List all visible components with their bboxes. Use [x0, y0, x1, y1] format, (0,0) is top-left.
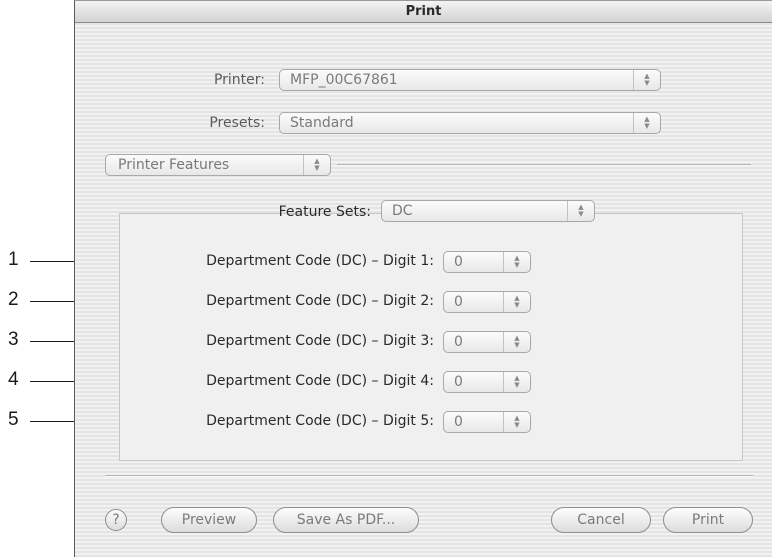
digit-5-label: Department Code (DC) – Digit 5:	[206, 413, 434, 429]
updown-arrows-icon: ▲ ▼	[567, 201, 594, 221]
updown-arrows-icon: ▲ ▼	[303, 155, 330, 175]
callout-number-3: 3	[8, 329, 19, 350]
callout-number-2: 2	[8, 289, 19, 310]
digit-2-value: 0	[454, 294, 463, 310]
pane-popup-value: Printer Features	[118, 157, 230, 173]
feature-sets-label: Feature Sets:	[278, 204, 371, 220]
digit-1-value: 0	[454, 254, 463, 270]
updown-arrows-icon: ▲ ▼	[503, 372, 530, 392]
save-as-pdf-button[interactable]: Save As PDF...	[273, 507, 419, 533]
pane-separator	[337, 164, 751, 166]
digit-1-label: Department Code (DC) – Digit 1:	[206, 253, 434, 269]
digit-2-popup[interactable]: 0 ▲ ▼	[443, 291, 531, 313]
digit-2-label: Department Code (DC) – Digit 2:	[206, 293, 434, 309]
digit-5-value: 0	[454, 414, 463, 430]
callout-number-1: 1	[8, 249, 19, 270]
callout-number-5: 5	[8, 409, 19, 430]
digit-1-popup[interactable]: 0 ▲ ▼	[443, 251, 531, 273]
print-dialog: Print Printer: MFP_00C67861 ▲ ▼ Presets: …	[74, 0, 772, 557]
digit-3-popup[interactable]: 0 ▲ ▼	[443, 331, 531, 353]
digit-3-label: Department Code (DC) – Digit 3:	[206, 333, 434, 349]
updown-arrows-icon: ▲ ▼	[633, 70, 660, 90]
printer-value: MFP_00C67861	[290, 72, 398, 88]
cancel-button[interactable]: Cancel	[551, 507, 651, 533]
callout-number-4: 4	[8, 369, 19, 390]
pane-popup[interactable]: Printer Features ▲ ▼	[105, 154, 331, 176]
feature-sets-value: DC	[392, 203, 413, 219]
presets-label: Presets:	[209, 115, 265, 131]
digit-4-label: Department Code (DC) – Digit 4:	[206, 373, 434, 389]
window-title: Print	[405, 4, 442, 19]
updown-arrows-icon: ▲ ▼	[503, 332, 530, 352]
digit-4-popup[interactable]: 0 ▲ ▼	[443, 371, 531, 393]
presets-value: Standard	[290, 115, 354, 131]
updown-arrows-icon: ▲ ▼	[633, 113, 660, 133]
printer-popup[interactable]: MFP_00C67861 ▲ ▼	[279, 69, 661, 91]
help-button[interactable]: ?	[105, 509, 127, 531]
preview-button[interactable]: Preview	[161, 507, 257, 533]
updown-arrows-icon: ▲ ▼	[503, 412, 530, 432]
title-bar[interactable]: Print	[75, 1, 772, 23]
updown-arrows-icon: ▲ ▼	[503, 292, 530, 312]
bottom-separator	[105, 475, 753, 477]
digit-5-popup[interactable]: 0 ▲ ▼	[443, 411, 531, 433]
digit-3-value: 0	[454, 334, 463, 350]
print-button[interactable]: Print	[663, 507, 753, 533]
digit-4-value: 0	[454, 374, 463, 390]
presets-popup[interactable]: Standard ▲ ▼	[279, 112, 661, 134]
feature-sets-popup[interactable]: DC ▲ ▼	[381, 200, 595, 222]
help-icon: ?	[112, 512, 120, 528]
updown-arrows-icon: ▲ ▼	[503, 252, 530, 272]
printer-label: Printer:	[213, 72, 265, 88]
